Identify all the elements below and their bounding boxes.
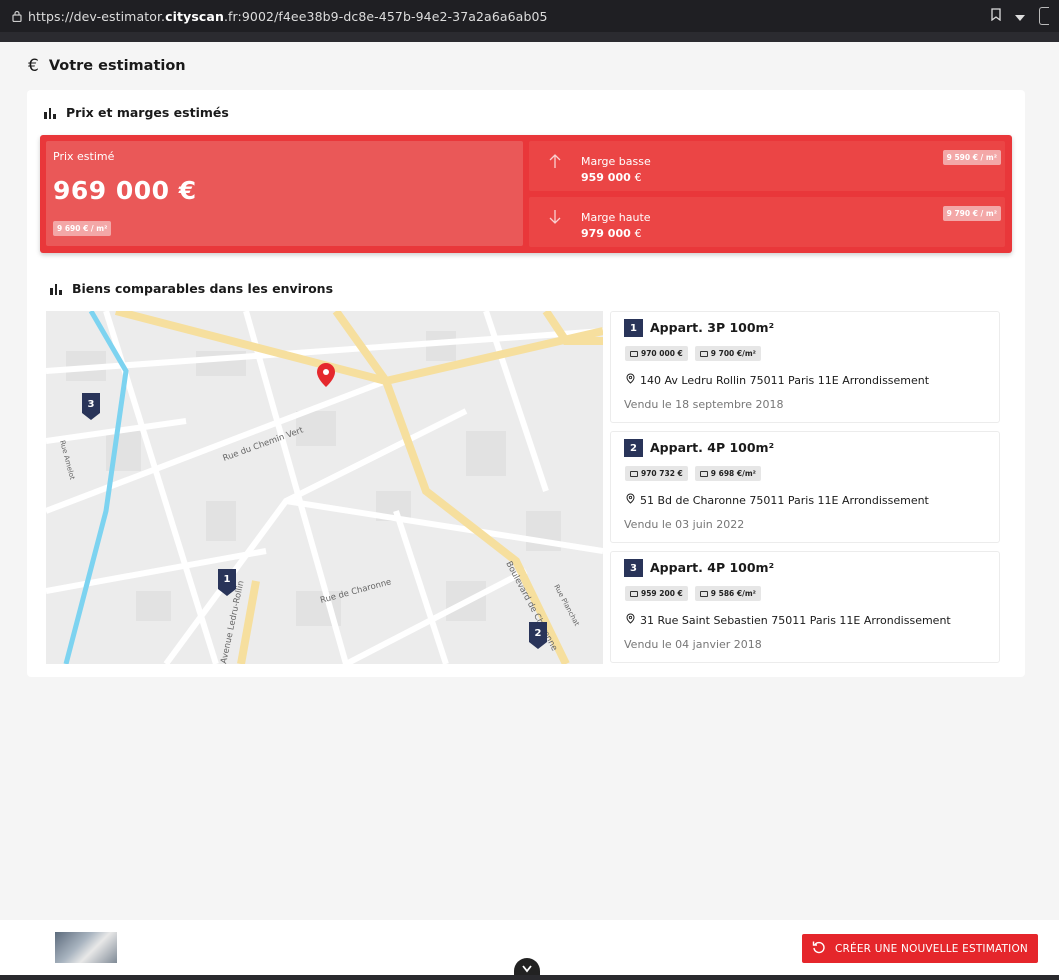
street-label: Rue Amelot xyxy=(58,439,76,480)
street-label: Rue Planchat xyxy=(552,583,581,627)
new-estimation-label: CRÉER UNE NOUVELLE ESTIMATION xyxy=(834,942,1028,955)
comparable-address: 140 Av Ledru Rollin 75011 Paris 11E Arro… xyxy=(626,373,929,387)
bar-chart-icon xyxy=(50,283,62,295)
lock-icon xyxy=(6,10,28,22)
comparables-section-title-text: Biens comparables dans les environs xyxy=(72,281,334,296)
price-panel: Prix estimé 969 000 € 9 690 € / m² Marge… xyxy=(40,135,1012,253)
footer-bar: CRÉER UNE NOUVELLE ESTIMATION xyxy=(0,920,1059,980)
location-pin-icon xyxy=(626,613,635,627)
banknote-icon xyxy=(699,350,708,357)
url-text[interactable]: https://dev-estimator.cityscan.fr:9002/f… xyxy=(28,9,991,24)
banknote-icon xyxy=(630,590,638,597)
page-title: € Votre estimation xyxy=(28,56,186,76)
map-marker-2[interactable]: 2 xyxy=(529,622,547,649)
bar-chart-icon xyxy=(44,107,56,119)
estimation-card: Prix et marges estimés Prix estimé 969 0… xyxy=(27,90,1025,677)
arrow-down-icon xyxy=(549,209,561,229)
comparable-per-m2-tag: 9 586 €/m² xyxy=(694,586,761,601)
comparable-card[interactable]: 2 Appart. 4P 100m² 970 732 € 9 698 €/m² … xyxy=(610,431,1000,543)
comparable-sale-date: Vendu le 18 septembre 2018 xyxy=(624,398,784,411)
comparable-price-tag: 959 200 € xyxy=(625,586,688,601)
high-margin-value: 979 000 € xyxy=(581,227,642,240)
low-margin-value: 959 000 € xyxy=(581,171,642,184)
comparable-address: 31 Rue Saint Sebastien 75011 Paris 11E A… xyxy=(626,613,951,627)
banknote-icon xyxy=(699,590,708,597)
location-pin-icon xyxy=(626,493,635,507)
arrow-up-icon xyxy=(549,153,561,173)
comparable-number: 2 xyxy=(624,439,643,457)
window-bottom-edge xyxy=(0,975,1059,980)
high-margin-label: Marge haute xyxy=(581,211,651,224)
estimate-section-title-text: Prix et marges estimés xyxy=(66,105,229,120)
banknote-icon xyxy=(699,470,708,477)
new-estimation-button[interactable]: CRÉER UNE NOUVELLE ESTIMATION xyxy=(802,934,1038,963)
map-marker-3[interactable]: 3 xyxy=(82,393,100,420)
comparable-title: Appart. 4P 100m² xyxy=(650,560,775,575)
comparable-address: 51 Bd de Charonne 75011 Paris 11E Arrond… xyxy=(626,493,929,507)
comparable-card[interactable]: 3 Appart. 4P 100m² 959 200 € 9 586 €/m² … xyxy=(610,551,1000,663)
banknote-icon xyxy=(630,350,638,357)
euro-icon: € xyxy=(28,56,39,76)
dropdown-caret-icon[interactable] xyxy=(1015,9,1025,24)
svg-text:2: 2 xyxy=(535,628,542,639)
comparable-price-tag: 970 000 € xyxy=(625,346,688,361)
comparable-per-m2-tag: 9 700 €/m² xyxy=(694,346,761,361)
refresh-icon xyxy=(812,940,826,957)
estimated-price-box: Prix estimé 969 000 € 9 690 € / m² xyxy=(46,141,523,246)
high-margin-box: Marge haute 979 000 € 9 790 € / m² xyxy=(529,197,1005,247)
bookmark-icon[interactable] xyxy=(991,8,1001,24)
high-margin-per-m2-badge: 9 790 € / m² xyxy=(942,206,1001,221)
estimate-section-title: Prix et marges estimés xyxy=(44,105,229,120)
page-title-text: Votre estimation xyxy=(48,58,186,74)
low-margin-label: Marge basse xyxy=(581,155,651,168)
svg-text:1: 1 xyxy=(224,574,231,585)
location-pin-icon xyxy=(626,373,635,387)
logo-thumbnail xyxy=(55,932,117,963)
comparable-card[interactable]: 1 Appart. 3P 100m² 970 000 € 9 700 €/m² … xyxy=(610,311,1000,423)
browser-toolbar-strip xyxy=(0,32,1059,42)
comparable-sale-date: Vendu le 03 juin 2022 xyxy=(624,518,745,531)
svg-text:3: 3 xyxy=(88,399,95,410)
comparable-number: 3 xyxy=(624,559,643,577)
low-margin-box: Marge basse 959 000 € 9 590 € / m² xyxy=(529,141,1005,191)
low-margin-per-m2-badge: 9 590 € / m² xyxy=(942,150,1001,165)
comparables-map[interactable]: Rue du Chemin Vert Rue de Charonne Boule… xyxy=(46,311,603,664)
estimated-price-value: 969 000 € xyxy=(53,176,197,205)
banknote-icon xyxy=(630,470,638,477)
comparable-number: 1 xyxy=(624,319,643,337)
comparables-section-title: Biens comparables dans les environs xyxy=(50,281,333,296)
comparable-title: Appart. 3P 100m² xyxy=(650,320,775,335)
browser-address-bar[interactable]: https://dev-estimator.cityscan.fr:9002/f… xyxy=(0,0,1059,32)
comparable-per-m2-tag: 9 698 €/m² xyxy=(694,466,761,481)
estimated-price-per-m2-badge: 9 690 € / m² xyxy=(53,221,112,236)
estimated-property-pin-icon[interactable] xyxy=(317,363,335,387)
estimated-price-label: Prix estimé xyxy=(53,150,115,163)
comparable-price-tag: 970 732 € xyxy=(625,466,688,481)
comparable-title: Appart. 4P 100m² xyxy=(650,440,775,455)
extension-icon[interactable] xyxy=(1039,7,1049,25)
comparable-sale-date: Vendu le 04 janvier 2018 xyxy=(624,638,762,651)
